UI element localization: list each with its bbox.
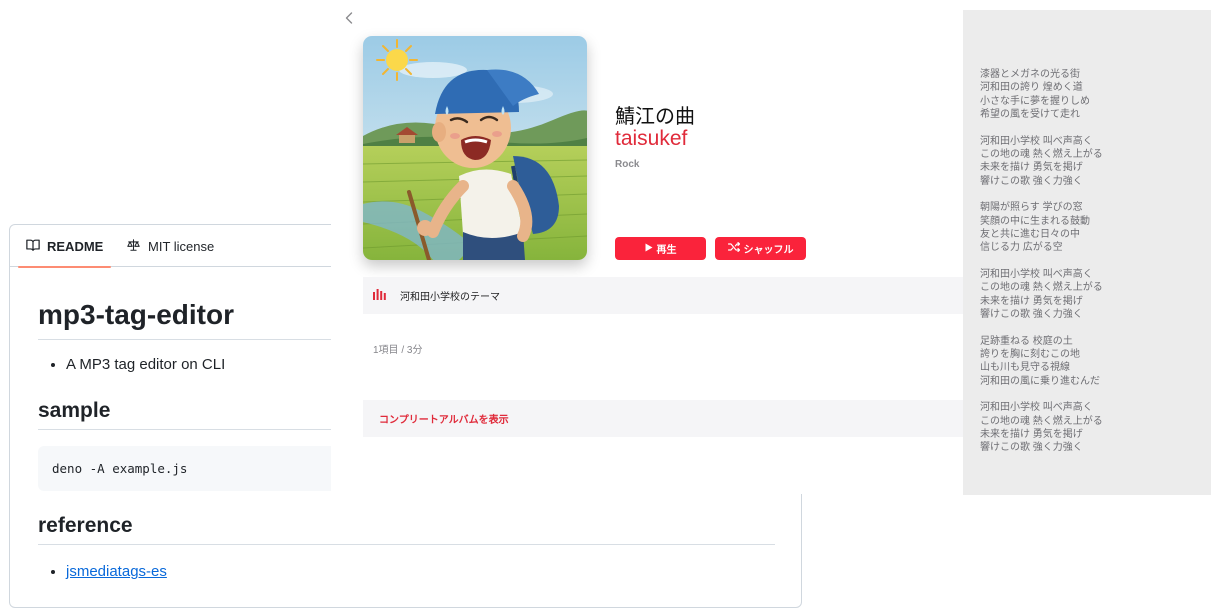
lyrics-stanza: 河和田小学校 叫べ声高く この地の魂 熱く燃え上がる 未来を描け 勇気を掲げ 響… xyxy=(980,135,1211,189)
lyric-line: 漆器とメガネの光る街 xyxy=(980,69,1080,80)
shuffle-icon xyxy=(727,242,740,255)
complete-album-link[interactable]: コンプリートアルバムを表示 xyxy=(379,411,509,426)
lyric-line: 河和田の誇り 煌めく道 xyxy=(980,82,1083,94)
lyric-line: この地の魂 熱く燃え上がる xyxy=(980,149,1103,161)
lyric-line: 小さな手に夢を握りしめ xyxy=(980,95,1090,107)
book-icon xyxy=(26,238,47,255)
genre-label: Rock xyxy=(615,159,640,170)
artist-link[interactable]: taisukef xyxy=(615,127,687,151)
lyric-line: 未来を描け 勇気を掲げ xyxy=(980,428,1083,440)
shuffle-button[interactable]: シャッフル xyxy=(715,237,806,260)
lyric-line: 朝陽が照らす 学びの窓 xyxy=(980,202,1083,214)
album-title: 鯖江の曲 xyxy=(615,106,695,128)
lyric-line: 未来を描け 勇気を掲げ xyxy=(980,162,1083,174)
complete-album-row[interactable]: コンプリートアルバムを表示 xyxy=(363,400,963,437)
tab-readme-label: README xyxy=(47,238,104,254)
lyric-line: 山も川も見守る視線 xyxy=(980,362,1070,374)
list-item: jsmediatags-es xyxy=(66,561,167,583)
list-item: A MP3 tag editor on CLI xyxy=(66,354,225,376)
reference-heading: reference xyxy=(38,512,775,545)
album-artwork[interactable] xyxy=(363,36,587,260)
back-button[interactable] xyxy=(341,11,357,29)
track-title: 河和田小学校のテーマ xyxy=(400,292,500,303)
lyrics-stanza: 河和田小学校 叫べ声高く この地の魂 熱く燃え上がる 未来を描け 勇気を掲げ 響… xyxy=(980,401,1211,455)
now-playing-icon xyxy=(373,287,386,305)
lyrics-stanza: 足跡重ねる 校庭の土 誇りを胸に刻むこの地 山も川も見守る視線 河和田の風に乗り… xyxy=(980,335,1211,389)
album-summary: 1項目 / 3分 xyxy=(373,345,423,356)
shuffle-label: シャッフル xyxy=(743,245,794,256)
lyric-line: 響けこの歌 強く力強く xyxy=(980,442,1083,454)
lyric-line: この地の魂 熱く燃え上がる xyxy=(980,282,1103,294)
lyric-line: 河和田の風に乗り進むんだ xyxy=(980,375,1100,387)
lyric-line: この地の魂 熱く燃え上がる xyxy=(980,415,1103,427)
lyric-line: 友と共に進む日々の中 xyxy=(980,229,1080,241)
lyric-line: 河和田小学校 叫べ声高く xyxy=(980,268,1093,280)
code-text: deno -A example.js xyxy=(52,461,188,476)
lyrics-stanza: 河和田小学校 叫べ声高く この地の魂 熱く燃え上がる 未来を描け 勇気を掲げ 響… xyxy=(980,268,1211,322)
chevron-left-icon xyxy=(345,11,353,29)
lyrics-stanza: 朝陽が照らす 学びの窓 笑顔の中に生まれる鼓動 友と共に進む日々の中 信じる力 … xyxy=(980,201,1211,255)
lyric-line: 信じる力 広がる空 xyxy=(980,242,1063,254)
tab-license-label: MIT license xyxy=(148,238,215,254)
lyric-line: 未来を描け 勇気を掲げ xyxy=(980,295,1083,307)
album-window: 鯖江の曲 taisukef Rock 再生 シャッフル 河和田小学校のテーマ 1… xyxy=(331,0,963,494)
reference-list: jsmediatags-es xyxy=(38,561,167,583)
lyrics-stanza: 漆器とメガネの光る街 河和田の誇り 煌めく道 小さな手に夢を握りしめ 希望の風を… xyxy=(980,68,1211,122)
track-row[interactable]: 河和田小学校のテーマ xyxy=(363,277,963,314)
lyric-line: 響けこの歌 強く力強く xyxy=(980,175,1083,187)
lyric-line: 足跡重ねる 校庭の土 xyxy=(980,335,1073,347)
tab-license[interactable]: MIT license xyxy=(118,225,222,267)
lyric-line: 河和田小学校 叫べ声高く xyxy=(980,402,1093,414)
scale-icon xyxy=(126,238,148,255)
play-label: 再生 xyxy=(656,245,677,256)
lyric-line: 希望の風を受けて走れ xyxy=(980,109,1080,121)
lyric-line: 誇りを胸に刻むこの地 xyxy=(980,348,1080,360)
lyric-line: 笑顔の中に生まれる鼓動 xyxy=(980,215,1090,227)
play-button[interactable]: 再生 xyxy=(615,237,706,260)
jsmediatags-link[interactable]: jsmediatags-es xyxy=(66,563,167,580)
play-icon xyxy=(645,243,653,255)
lyrics-panel: 漆器とメガネの光る街 河和田の誇り 煌めく道 小さな手に夢を握りしめ 希望の風を… xyxy=(963,10,1211,495)
intro-list: A MP3 tag editor on CLI xyxy=(38,354,225,376)
lyric-line: 響けこの歌 強く力強く xyxy=(980,309,1083,321)
tab-readme[interactable]: README xyxy=(18,225,112,268)
lyric-line: 河和田小学校 叫べ声高く xyxy=(980,135,1093,147)
